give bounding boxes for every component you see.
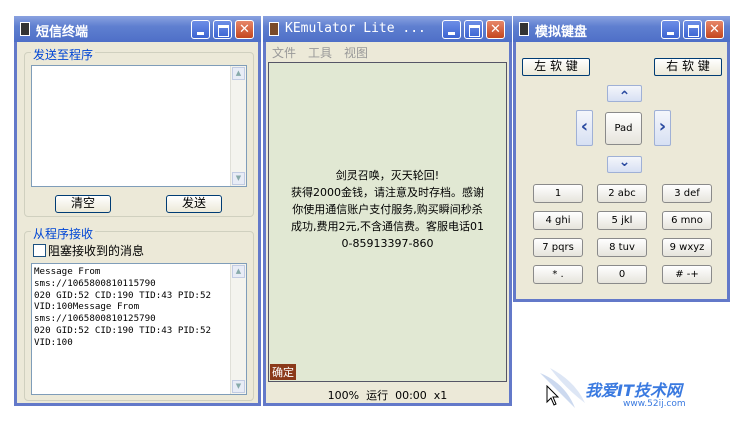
sms-window: 短信终端 ✕ 发送至程序 ▲ ▼ 清空 发送 从程序接收 阻塞接收到的消息 Me… <box>14 16 261 406</box>
key-1[interactable]: 1 <box>533 184 583 203</box>
key-3[interactable]: 3 def <box>662 184 712 203</box>
scroll-up-icon[interactable]: ▲ <box>232 265 245 278</box>
send-group: 发送至程序 ▲ ▼ 清空 发送 <box>24 46 254 217</box>
softkey-confirm[interactable]: 确定 <box>270 364 296 380</box>
key-7[interactable]: 7 pqrs <box>533 238 583 257</box>
minimize-button[interactable] <box>191 20 210 39</box>
maximize-button[interactable] <box>464 20 483 39</box>
emulator-titlebar[interactable]: KEmulator Lite ... ✕ <box>263 16 512 42</box>
send-scrollbar[interactable]: ▲ ▼ <box>230 66 246 186</box>
screen-line: 剑灵召唤，灭天轮回! <box>335 169 440 182</box>
key-4[interactable]: 4 ghi <box>533 211 583 230</box>
key-hash[interactable]: # -+ <box>662 265 712 284</box>
keyboard-title: 模拟键盘 <box>535 25 588 40</box>
screen-line: 0-85913397-860 <box>341 237 434 250</box>
left-softkey[interactable]: 左 软 键 <box>522 58 590 76</box>
key-0[interactable]: 0 <box>597 265 647 284</box>
close-button[interactable]: ✕ <box>705 20 724 39</box>
receive-group-label: 从程序接收 <box>31 225 96 242</box>
key-6[interactable]: 6 mno <box>662 211 712 230</box>
keyboard-window: 模拟键盘 ✕ 左 软 键 右 软 键 ⌃ ‹ Pad › ⌄ 1 2 abc 3… <box>513 16 730 302</box>
keyboard-titlebar[interactable]: 模拟键盘 ✕ <box>513 16 730 42</box>
screen-line: 获得2000金钱，请注意及时存档。感谢 <box>291 186 484 199</box>
app-icon <box>269 22 279 36</box>
emulator-screen[interactable]: 剑灵召唤，灭天轮回! 获得2000金钱，请注意及时存档。感谢 你使用通信账户支付… <box>268 62 507 382</box>
up-arrow-icon[interactable]: ⌃ <box>607 85 642 105</box>
minimize-button[interactable] <box>661 20 680 39</box>
received-scrollbar[interactable]: ▲ ▼ <box>230 264 246 394</box>
pad-button[interactable]: Pad <box>605 112 642 145</box>
mouse-cursor-icon <box>546 385 560 406</box>
watermark: 我爱IT技术网 www.52ij.com <box>535 355 750 420</box>
status-bar: 100% 运行 00:00 x1 <box>327 389 448 402</box>
screen-line: 你使用通信账户支付服务,购买瞬间秒杀 <box>292 203 483 216</box>
emulator-window: KEmulator Lite ... ✕ 文件 工具 视图 剑灵召唤，灭天轮回!… <box>263 16 512 406</box>
watermark-url: www.52ij.com <box>623 399 686 409</box>
left-arrow-icon[interactable]: ‹ <box>576 110 593 146</box>
receive-group: 从程序接收 阻塞接收到的消息 Message From sms://106580… <box>24 225 254 401</box>
scroll-down-icon[interactable]: ▼ <box>232 172 245 185</box>
right-softkey[interactable]: 右 软 键 <box>654 58 722 76</box>
key-star[interactable]: * . <box>533 265 583 284</box>
phone-icon <box>519 22 529 36</box>
down-arrow-icon[interactable]: ⌄ <box>607 155 642 173</box>
menu-view[interactable]: 视图 <box>344 44 368 61</box>
screen-message: 剑灵召唤，灭天轮回! 获得2000金钱，请注意及时存档。感谢 你使用通信账户支付… <box>269 167 506 252</box>
key-5[interactable]: 5 jkl <box>597 211 647 230</box>
scroll-down-icon[interactable]: ▼ <box>232 380 245 393</box>
key-9[interactable]: 9 wxyz <box>662 238 712 257</box>
maximize-button[interactable] <box>683 20 702 39</box>
sms-title: 短信终端 <box>36 25 89 40</box>
maximize-button[interactable] <box>213 20 232 39</box>
sms-titlebar[interactable]: 短信终端 ✕ <box>14 16 261 42</box>
menu-file[interactable]: 文件 <box>272 44 296 61</box>
right-arrow-icon[interactable]: › <box>654 110 671 146</box>
send-textarea[interactable]: ▲ ▼ <box>31 65 247 187</box>
block-checkbox-label: 阻塞接收到的消息 <box>48 244 145 258</box>
key-8[interactable]: 8 tuv <box>597 238 647 257</box>
watermark-brand: 我爱IT技术网 <box>585 381 682 400</box>
close-button[interactable]: ✕ <box>486 20 505 39</box>
minimize-button[interactable] <box>442 20 461 39</box>
send-button[interactable]: 发送 <box>166 195 222 213</box>
phone-icon <box>20 22 30 36</box>
scroll-up-icon[interactable]: ▲ <box>232 67 245 80</box>
emulator-title: KEmulator Lite ... <box>285 21 426 36</box>
send-group-label: 发送至程序 <box>31 46 96 63</box>
received-messages: Message From sms://1065800810115790 020 … <box>34 266 212 348</box>
clear-button[interactable]: 清空 <box>55 195 111 213</box>
key-2[interactable]: 2 abc <box>597 184 647 203</box>
close-button[interactable]: ✕ <box>235 20 254 39</box>
menu-tools[interactable]: 工具 <box>308 44 332 61</box>
screen-line: 成功,费用2元,不含通信费。客服电话01 <box>291 220 484 233</box>
block-checkbox[interactable] <box>33 244 46 257</box>
received-textarea[interactable]: Message From sms://1065800810115790 020 … <box>31 263 247 395</box>
